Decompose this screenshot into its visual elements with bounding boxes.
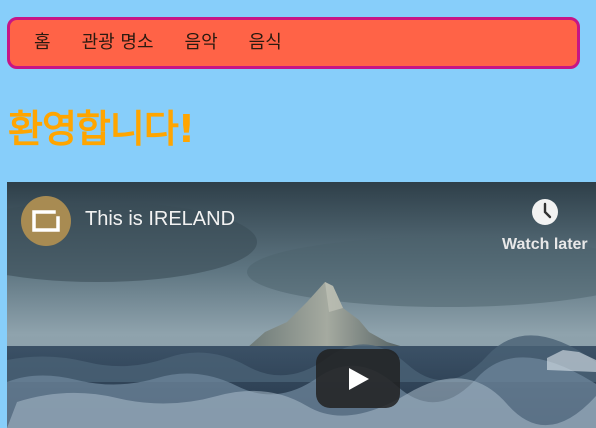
nav-item-attractions[interactable]: 관광 명소 xyxy=(82,34,154,52)
nav-item-music[interactable]: 음악 xyxy=(185,34,218,52)
page-heading: 환영합니다! xyxy=(8,107,195,151)
video-title[interactable]: This is IRELAND xyxy=(85,208,235,231)
clock-icon xyxy=(532,199,558,225)
nav-item-food[interactable]: 음식 xyxy=(249,34,282,52)
play-icon xyxy=(349,368,369,390)
play-button[interactable] xyxy=(316,349,400,408)
nav-item-home[interactable]: 홈 xyxy=(34,34,51,52)
nav-bar: 홈 관광 명소 음악 음식 xyxy=(7,17,580,69)
watch-later-button[interactable]: Watch later xyxy=(500,198,596,256)
channel-logo-icon[interactable] xyxy=(21,196,71,246)
video-player[interactable]: This is IRELAND Watch later xyxy=(7,182,596,428)
watch-later-label: Watch later xyxy=(502,236,588,253)
